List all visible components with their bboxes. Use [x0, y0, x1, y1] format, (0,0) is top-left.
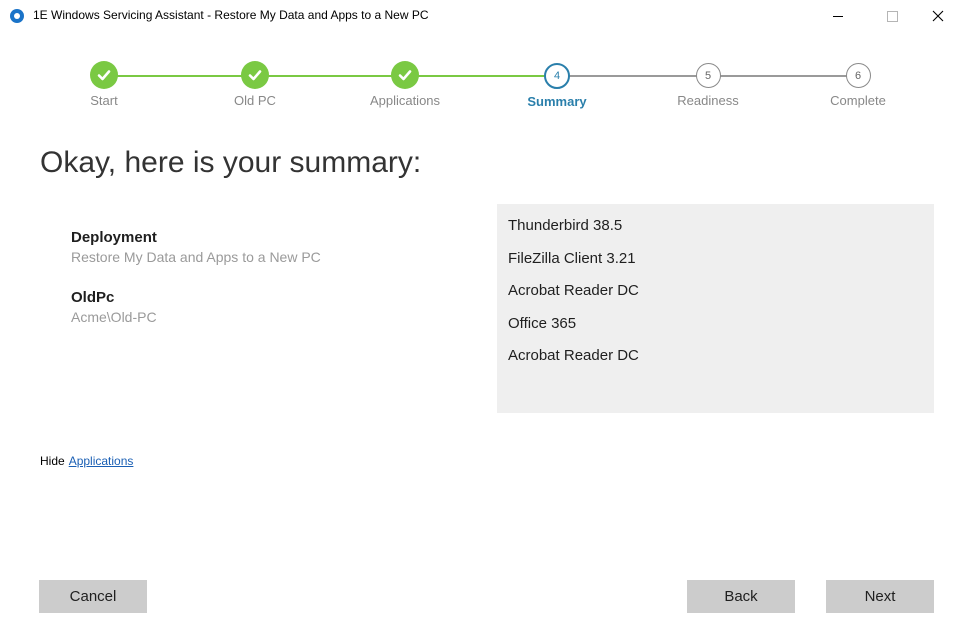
- oldpc-value: Acme\Old-PC: [71, 309, 157, 325]
- step-start: Start: [54, 60, 154, 108]
- progress-stepper: Start Old PC Applications 4 Summary 5 Re…: [0, 60, 954, 120]
- step-label: Start: [90, 93, 118, 108]
- minimize-button[interactable]: [815, 0, 861, 32]
- application-item: Acrobat Reader DC: [508, 282, 639, 299]
- application-item: Acrobat Reader DC: [508, 347, 639, 364]
- step-label: Old PC: [234, 93, 276, 108]
- step-label: Readiness: [677, 93, 739, 108]
- check-icon: [90, 61, 118, 89]
- page-title: Okay, here is your summary:: [40, 146, 422, 179]
- deployment-info: Deployment Restore My Data and Apps to a…: [71, 229, 321, 265]
- step-label: Summary: [527, 94, 587, 109]
- step-complete: 6 Complete: [808, 60, 908, 108]
- window-title: 1E Windows Servicing Assistant - Restore…: [33, 8, 429, 22]
- step-readiness: 5 Readiness: [658, 60, 758, 108]
- step-number: 6: [845, 63, 871, 88]
- oldpc-label: OldPc: [71, 289, 115, 306]
- step-old-pc: Old PC: [205, 60, 305, 108]
- close-icon: [932, 10, 944, 22]
- step-number: 4: [544, 63, 570, 89]
- deployment-label: Deployment: [71, 229, 157, 246]
- application-item: FileZilla Client 3.21: [508, 250, 636, 267]
- application-item: Thunderbird 38.5: [508, 217, 623, 234]
- step-number: 5: [695, 63, 721, 88]
- minimize-icon: [833, 15, 843, 17]
- oldpc-info: OldPc Acme\Old-PC: [71, 289, 157, 325]
- applications-panel: Thunderbird 38.5 FileZilla Client 3.21 A…: [497, 204, 934, 413]
- deployment-value: Restore My Data and Apps to a New PC: [71, 249, 321, 265]
- maximize-button[interactable]: [869, 0, 915, 32]
- step-summary: 4 Summary: [507, 60, 607, 109]
- hide-label: Hide: [40, 454, 65, 468]
- check-icon: [391, 61, 419, 89]
- maximize-icon: [886, 10, 898, 22]
- cancel-button[interactable]: Cancel: [39, 580, 147, 613]
- application-item: Office 365: [508, 315, 577, 332]
- back-button[interactable]: Back: [687, 580, 795, 613]
- step-applications: Applications: [355, 60, 455, 108]
- title-bar: 1E Windows Servicing Assistant - Restore…: [0, 0, 954, 32]
- check-icon: [241, 61, 269, 89]
- hide-applications-row: Hide Applications: [40, 454, 133, 468]
- step-label: Applications: [369, 93, 441, 108]
- app-icon: [10, 9, 24, 23]
- applications-link[interactable]: Applications: [69, 454, 134, 468]
- close-button[interactable]: [915, 0, 954, 32]
- step-label: Complete: [830, 93, 886, 108]
- next-button[interactable]: Next: [826, 580, 934, 613]
